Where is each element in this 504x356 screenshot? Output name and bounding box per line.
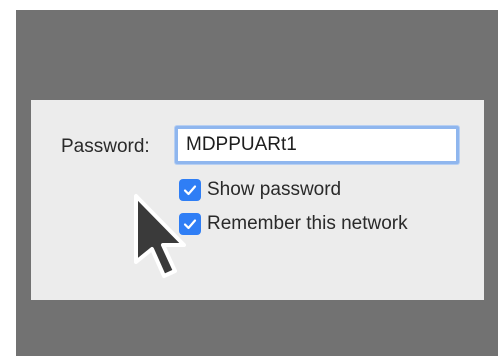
remember-network-checkbox[interactable]: Remember this network: [179, 213, 408, 235]
show-password-checkbox[interactable]: Show password: [179, 179, 341, 201]
wifi-password-dialog: Password: Show password Remember this ne…: [31, 100, 484, 300]
password-label: Password:: [61, 136, 150, 157]
show-password-label: Show password: [207, 179, 342, 200]
mouse-pointer-icon: [122, 192, 186, 287]
remember-network-label: Remember this network: [207, 213, 408, 234]
password-field[interactable]: [175, 126, 459, 164]
